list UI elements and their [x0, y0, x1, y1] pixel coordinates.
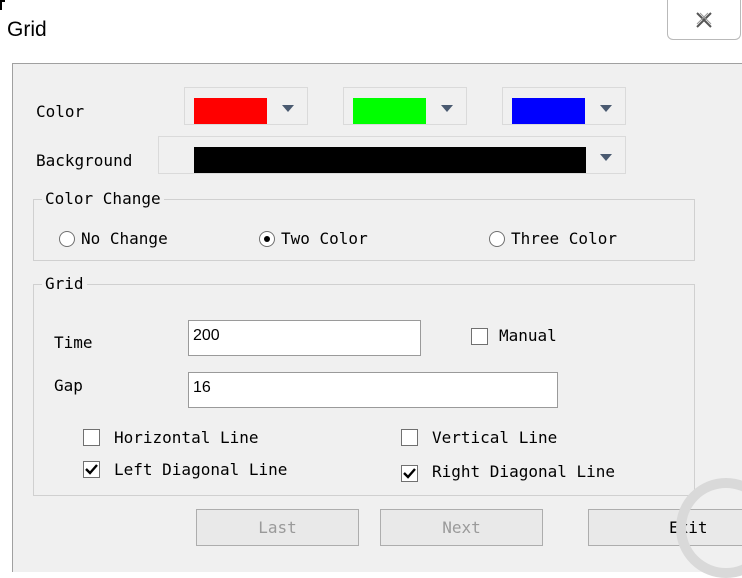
color-1-swatch: [194, 98, 267, 124]
color-2-dropdown[interactable]: [343, 87, 467, 125]
vertical-line-label: Vertical Line: [432, 428, 558, 447]
close-icon: [696, 12, 712, 28]
right-diagonal-line-checkbox[interactable]: [401, 465, 418, 482]
title-bar: Grid: [0, 0, 742, 58]
checkmark-icon: [403, 468, 416, 479]
manual-checkbox[interactable]: [471, 328, 488, 345]
chevron-down-icon: [282, 105, 294, 112]
color-1-dropdown[interactable]: [184, 87, 308, 125]
dialog-body: Color Background Color Change No Change …: [12, 63, 742, 572]
checkmark-icon: [85, 464, 98, 475]
gap-label: Gap: [54, 376, 83, 395]
left-diagonal-line-label: Left Diagonal Line: [114, 460, 288, 479]
chevron-down-icon: [441, 105, 453, 112]
background-label: Background: [36, 151, 133, 170]
last-button[interactable]: Last: [196, 509, 359, 546]
radio-two-color[interactable]: [259, 231, 275, 247]
right-diagonal-line-label: Right Diagonal Line: [432, 462, 616, 481]
color-change-title: Color Change: [42, 189, 164, 209]
color-3-dropdown[interactable]: [502, 87, 626, 125]
manual-label: Manual: [499, 326, 557, 345]
background-swatch: [194, 147, 586, 173]
left-diagonal-line-checkbox[interactable]: [83, 461, 100, 478]
time-label: Time: [54, 333, 93, 352]
horizontal-line-checkbox[interactable]: [83, 429, 100, 446]
horizontal-line-label: Horizontal Line: [114, 428, 259, 447]
grid-group-title: Grid: [42, 274, 87, 294]
background-dropdown[interactable]: [158, 136, 626, 174]
radio-no-change[interactable]: [59, 231, 75, 247]
gap-input[interactable]: 16: [188, 372, 558, 408]
vertical-line-checkbox[interactable]: [401, 429, 418, 446]
color-2-swatch: [353, 98, 426, 124]
grid-group: Grid Time 200 Manual Gap 16 Horizontal L…: [33, 274, 695, 496]
close-button[interactable]: [667, 0, 741, 40]
radio-no-change-label: No Change: [81, 229, 168, 248]
color-3-swatch: [512, 98, 585, 124]
radio-three-color-label: Three Color: [511, 229, 617, 248]
color-change-group: Color Change No Change Two Color Three C…: [33, 189, 695, 261]
chevron-down-icon: [600, 105, 612, 112]
color-label: Color: [36, 102, 85, 121]
time-input[interactable]: 200: [188, 320, 421, 356]
radio-selected-dot: [264, 236, 270, 242]
chevron-down-icon: [600, 154, 612, 161]
window-title: Grid: [7, 18, 47, 41]
window-corner-mark: [0, 0, 5, 10]
next-button[interactable]: Next: [380, 509, 543, 546]
radio-three-color[interactable]: [489, 231, 505, 247]
radio-two-color-label: Two Color: [281, 229, 368, 248]
